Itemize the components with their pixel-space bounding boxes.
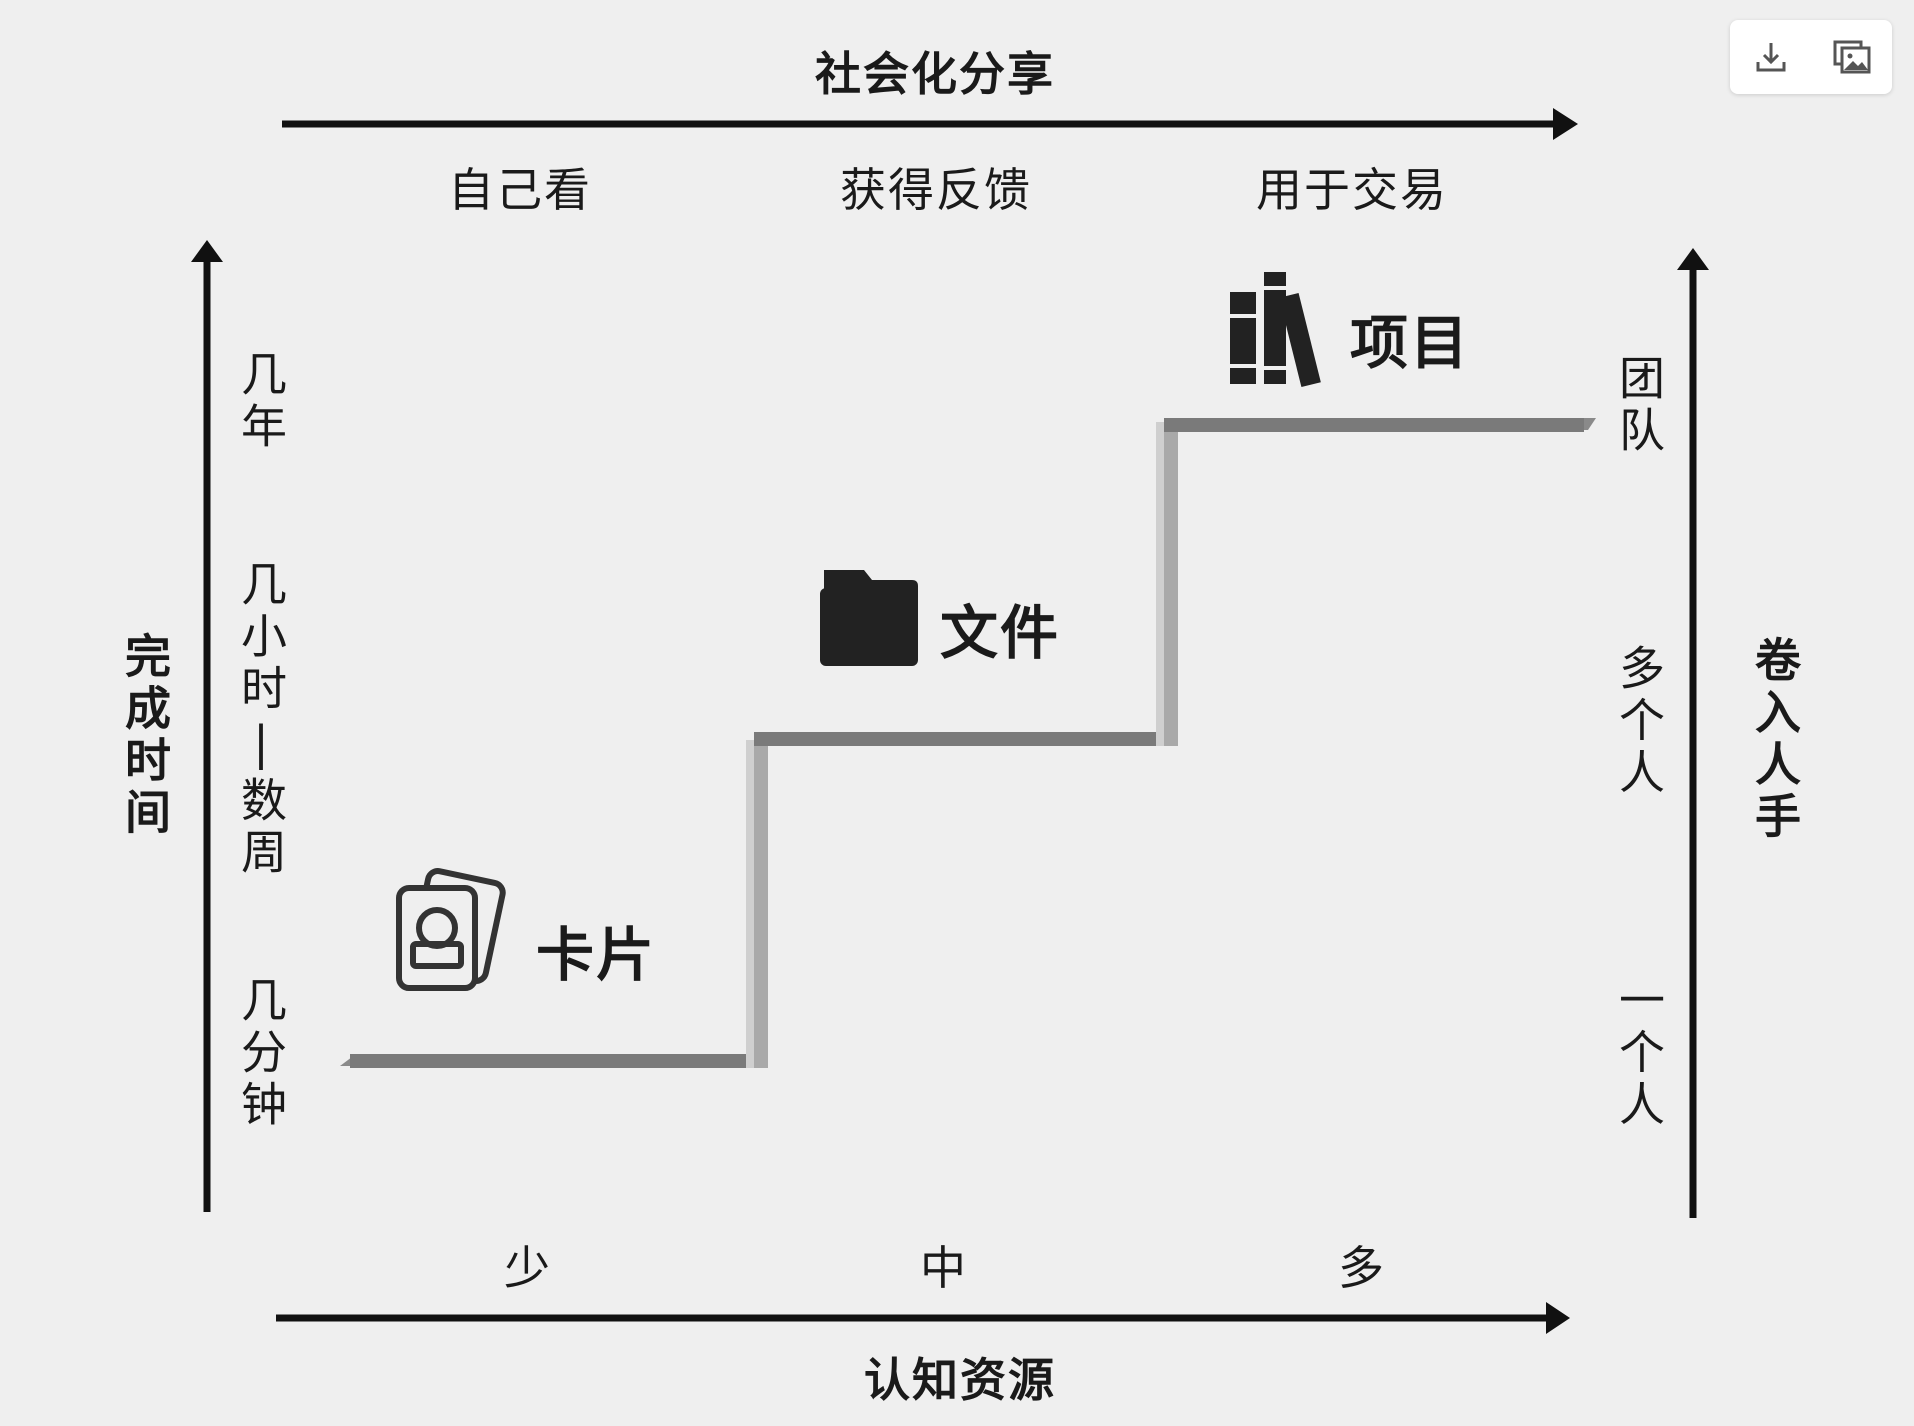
left-stage-3: 几分钟 (234, 976, 288, 1132)
bottom-stage-1: 少 (504, 1241, 552, 1295)
staircase (340, 418, 1596, 1068)
top-stage-3: 用于交易 (1256, 163, 1448, 217)
step-label-projects: 项目 (1350, 309, 1471, 377)
right-axis-title: 卷入人手 (1748, 636, 1802, 844)
top-axis-title: 社会化分享 (815, 47, 1055, 101)
view-image-button[interactable] (1822, 27, 1882, 87)
right-axis-arrow (1677, 248, 1709, 1218)
left-stage-1: 几年 (234, 350, 288, 454)
left-axis-title: 完成时间 (118, 632, 172, 840)
download-icon (1756, 43, 1785, 72)
stair-riser-1 (752, 740, 768, 1068)
left-stage-2: 几小时|数周 (234, 560, 288, 880)
top-stage-1: 自己看 (448, 163, 592, 217)
right-stage-3: 一个人 (1612, 976, 1666, 1132)
top-stage-2: 获得反馈 (840, 163, 1032, 217)
bottom-stage-3: 多 (1338, 1241, 1386, 1295)
download-button[interactable] (1741, 27, 1801, 87)
cards-icon (396, 868, 506, 991)
bottom-stage-2: 中 (920, 1241, 968, 1295)
left-axis-arrow (191, 240, 223, 1212)
step-label-files: 文件 (940, 599, 1061, 667)
right-stage-1: 团队 (1612, 354, 1666, 458)
books-icon (1230, 272, 1321, 388)
step-label-cards: 卡片 (536, 921, 657, 989)
bottom-axis-title: 认知资源 (864, 1353, 1056, 1407)
right-stage-2: 多个人 (1612, 644, 1666, 800)
image-icon (1833, 40, 1870, 74)
image-toolbar (1730, 20, 1892, 94)
folder-icon (820, 570, 918, 666)
bottom-axis-arrow (276, 1302, 1570, 1334)
stair-riser-2 (1162, 422, 1178, 746)
top-axis-arrow (282, 108, 1578, 140)
